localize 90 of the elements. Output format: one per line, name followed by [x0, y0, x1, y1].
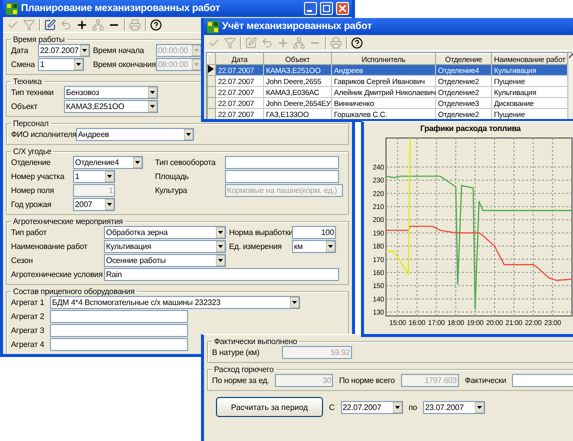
maximize-icon — [323, 5, 330, 12]
field-label: Номер поля — [11, 186, 55, 195]
app-icon — [207, 20, 219, 32]
caret-icon — [216, 227, 225, 238]
text-field[interactable]: Rain — [104, 268, 339, 281]
dropdown-field[interactable]: Обработка зерна — [104, 226, 226, 239]
caret-icon — [184, 129, 193, 140]
group-title: Персонал — [12, 119, 50, 128]
caret-icon — [105, 199, 114, 210]
text-field[interactable] — [50, 324, 188, 337]
dropdown-field[interactable]: Андреев — [76, 128, 194, 141]
text-field[interactable] — [225, 156, 339, 169]
field-label: Агрегат 4 — [11, 340, 46, 349]
field-label: Сезон — [11, 256, 34, 265]
caret-icon — [290, 297, 299, 308]
chart-title: Графики расхода топлива — [420, 124, 521, 133]
dropdown-field[interactable]: 23.07.2007 — [423, 400, 486, 414]
dropdown-field[interactable]: 1 — [73, 170, 115, 183]
caret-icon — [148, 101, 157, 112]
help-icon[interactable] — [351, 36, 363, 48]
caret-icon — [392, 402, 402, 412]
field-label: С — [328, 402, 335, 412]
text-field[interactable] — [512, 374, 573, 387]
text-field[interactable] — [50, 338, 188, 351]
dropdown-field[interactable]: Бензовоз — [64, 86, 158, 99]
text-field[interactable]: 100 — [292, 226, 336, 239]
field-label: Время окончания — [93, 60, 153, 69]
caret-icon — [326, 241, 335, 252]
field-label: Культура — [155, 186, 188, 195]
row-pointer-icon — [208, 65, 214, 73]
field-label: Тип работ — [11, 228, 48, 237]
dropdown-field[interactable]: 1 — [38, 58, 84, 71]
group-title: Время работы — [12, 35, 66, 44]
caret-icon — [74, 59, 83, 70]
caret-icon — [133, 157, 142, 168]
caret-icon — [80, 45, 89, 56]
field-label: Смена — [11, 60, 35, 69]
caret-icon — [148, 87, 157, 98]
group-title: Расход горючего — [213, 365, 275, 374]
dropdown-field[interactable]: 22.07.2007 — [340, 400, 403, 414]
close-button[interactable] — [336, 2, 349, 15]
plus-icon[interactable] — [76, 18, 88, 30]
field-label: Год урожая — [11, 200, 52, 209]
text-field[interactable] — [50, 310, 188, 323]
field-label: По норме всего — [339, 376, 395, 385]
group-title: Фактически выполнено — [213, 337, 298, 346]
field-label: Агрегат 1 — [11, 298, 46, 307]
field-label: Наименование работ — [11, 242, 88, 251]
field-label: Агрегат 2 — [11, 312, 46, 321]
dropdown-field[interactable]: Осенние работы — [104, 254, 226, 267]
caret-icon — [216, 241, 225, 252]
field-label: Дата — [11, 46, 30, 55]
minimize-button[interactable] — [304, 2, 317, 15]
field-label: В натуре (км) — [212, 348, 260, 357]
dropdown-field[interactable]: 22.07.2007 — [38, 44, 90, 57]
calculate-button[interactable]: Расчитать за период — [216, 397, 323, 417]
group-title: Техника — [12, 77, 43, 86]
field-label: по — [408, 402, 418, 412]
edit-icon[interactable] — [44, 18, 56, 30]
group-title: Агротехнические мероприятия — [12, 217, 124, 226]
field-label: Время начала — [93, 46, 145, 55]
dropdown-field[interactable]: 2007 — [73, 198, 115, 211]
text-field[interactable] — [225, 170, 339, 183]
caret-icon — [105, 171, 114, 182]
help-icon[interactable] — [150, 18, 162, 30]
field-label: Отделение — [11, 158, 52, 167]
field-label: Номер участка — [11, 172, 66, 181]
caret-icon — [475, 402, 484, 412]
window-title: Планирование механизированных работ — [21, 3, 221, 14]
dropdown-field[interactable]: КАМАЗ,Е251ОО — [64, 100, 158, 113]
caret-icon — [216, 255, 225, 266]
app-icon — [6, 2, 18, 14]
window-title: Учёт механизированных работ — [222, 21, 373, 32]
maximize-button[interactable] — [320, 2, 333, 15]
field-label: Тип севооборота — [155, 158, 217, 167]
close-icon — [339, 5, 346, 12]
dropdown-field[interactable]: Культивация — [104, 240, 226, 253]
field-label: Тип техники — [11, 88, 55, 97]
field-label: Площадь — [155, 172, 190, 181]
field-label: Ед. измерения — [229, 242, 283, 251]
dropdown-field[interactable]: км — [292, 240, 336, 253]
group-title: С/Х угодье — [12, 147, 52, 156]
field-label: Фактически — [464, 376, 506, 385]
dropdown-field[interactable]: БДМ 4*4 Вспомогательные с/х машины 232323 — [50, 296, 300, 309]
field-label: По норме за ед. — [212, 376, 270, 385]
field-label: Агрегат 3 — [11, 326, 46, 335]
dropdown-field[interactable]: Отделение4 — [73, 156, 143, 169]
field-label: Объект — [11, 102, 38, 111]
group-title: Состав прицепного оборудования — [12, 287, 136, 296]
field-label: Агротехнические условия — [11, 270, 101, 279]
